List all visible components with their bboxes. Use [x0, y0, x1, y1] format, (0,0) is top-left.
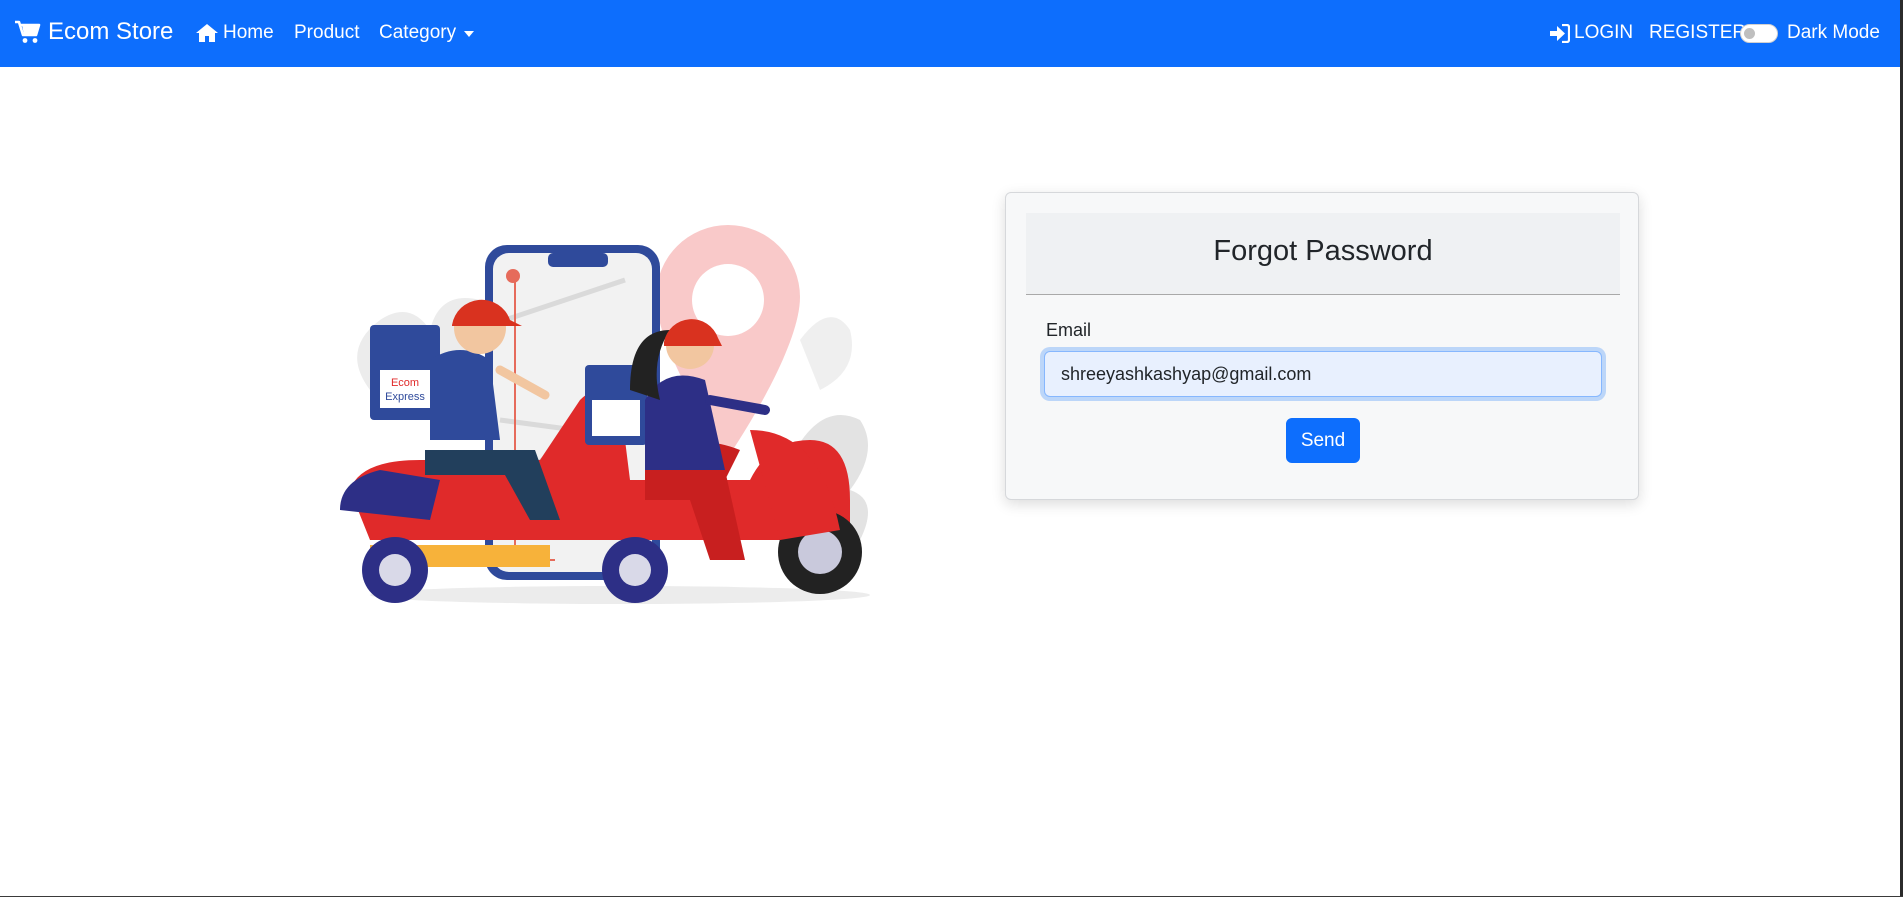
chevron-down-icon: [464, 31, 475, 37]
brand-link[interactable]: Ecom Store: [14, 18, 173, 46]
nav-login-label: LOGIN: [1574, 22, 1634, 43]
nav-product[interactable]: Product: [294, 22, 359, 44]
forgot-password-card: Forgot Password Email Send: [1005, 192, 1639, 500]
home-icon: [196, 24, 218, 42]
box-text-express: Express: [385, 391, 425, 403]
page: Ecom Store Home Product Category LOGIN R…: [0, 0, 1903, 897]
card-title: Forgot Password: [1213, 235, 1433, 267]
nav-home-label: Home: [223, 22, 274, 43]
navbar: Ecom Store Home Product Category LOGIN R…: [0, 0, 1900, 67]
sign-in-icon: [1550, 23, 1570, 43]
nav-category-dropdown[interactable]: Category: [379, 22, 475, 44]
delivery-illustration: Ecom Express: [340, 225, 870, 604]
nav-register[interactable]: REGISTER: [1649, 22, 1746, 44]
dark-mode-toggle[interactable]: [1740, 24, 1778, 43]
send-button[interactable]: Send: [1286, 418, 1360, 463]
email-label: Email: [1046, 320, 1092, 340]
nav-login[interactable]: LOGIN: [1549, 22, 1633, 44]
toggle-knob: [1744, 28, 1755, 39]
cart-icon: [15, 20, 41, 43]
nav-register-label: REGISTER: [1649, 22, 1747, 43]
nav-product-label: Product: [294, 22, 360, 43]
nav-category-label: Category: [379, 22, 457, 43]
box-text-ecom: Ecom: [391, 377, 419, 389]
dark-mode-label: Dark Mode: [1787, 22, 1880, 43]
card-header: Forgot Password: [1026, 213, 1620, 295]
nav-home[interactable]: Home: [195, 22, 274, 44]
email-field[interactable]: [1044, 351, 1602, 397]
brand-label: Ecom Store: [48, 18, 174, 45]
dark-mode-label-wrap: Dark Mode: [1787, 22, 1880, 44]
